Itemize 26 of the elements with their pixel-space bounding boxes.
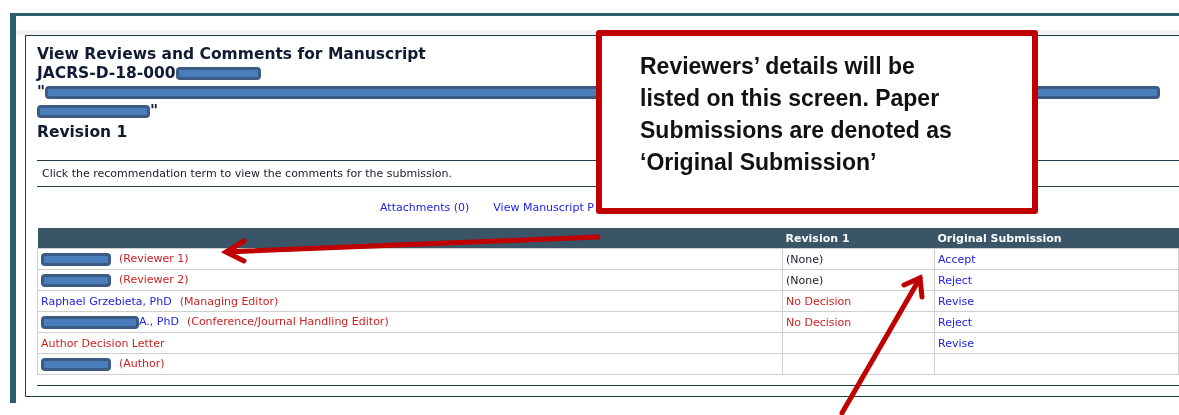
quote-mark: " xyxy=(37,83,46,101)
column-header: Original Submission xyxy=(934,228,1179,249)
reviewer-name[interactable]: A., PhD xyxy=(139,315,179,329)
link[interactable]: Attachments (0) xyxy=(380,201,470,214)
column-header: Revision 1 xyxy=(782,228,935,249)
decision-link[interactable]: Reject xyxy=(938,315,973,329)
decision-link[interactable]: Reject xyxy=(938,273,973,287)
role-label: (Author) xyxy=(119,357,165,371)
decision-text: No Decision xyxy=(786,294,852,308)
quote-mark: " xyxy=(150,102,159,120)
reviewer-name[interactable]: Raphael Grzebieta, PhD xyxy=(41,294,172,308)
decision-text: (None) xyxy=(786,273,824,287)
role-label: (Conference/Journal Handling Editor) xyxy=(186,315,389,329)
role-label: (Reviewer 1) xyxy=(119,252,189,266)
decision-link[interactable]: Accept xyxy=(938,252,976,266)
role-label: (Reviewer 2) xyxy=(119,273,189,287)
role-label: (Managing Editor) xyxy=(179,294,279,308)
letter-link[interactable]: Author Decision Letter xyxy=(41,336,165,350)
decision-text: No Decision xyxy=(786,315,852,329)
decision-link[interactable]: Revise xyxy=(938,294,974,308)
page-title: View Reviews and Comments for Manuscript xyxy=(37,45,427,64)
link[interactable]: View Manuscript P xyxy=(493,201,594,214)
decision-text: (None) xyxy=(786,252,824,266)
revision-heading: Revision 1 xyxy=(37,123,128,142)
manuscript-number: JACRS-D-18-000 xyxy=(37,64,176,82)
decision-link[interactable]: Revise xyxy=(938,336,974,350)
